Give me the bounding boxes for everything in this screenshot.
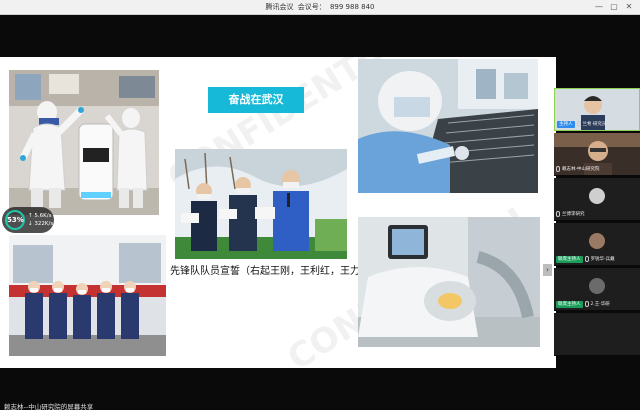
avatar — [589, 188, 605, 204]
participant-name: 赖志林·中山研究院 — [562, 167, 600, 172]
participant-name: 2.王·华研 — [590, 302, 610, 307]
participant-name: 罗锐华-兵戴 — [590, 257, 615, 262]
mic-icon[interactable] — [584, 301, 589, 307]
photo-team-group — [9, 235, 166, 356]
mic-icon[interactable] — [556, 211, 560, 217]
meeting-window: 腾讯会议 会议号： 899 988 840 — ▢ ✕ CONFIDENTIAL… — [0, 0, 640, 410]
app-name: 腾讯会议 — [265, 3, 294, 11]
photo-lab-equipment — [358, 217, 540, 347]
status-bar: 赖志林--中山研究院的屏幕共享 — [0, 400, 640, 410]
minimize-icon[interactable]: — — [594, 2, 604, 12]
host-tag: 主持人 — [557, 120, 575, 128]
slide-title-badge: 奋战在武汉 — [208, 87, 304, 113]
title-bar: 腾讯会议 会议号： 899 988 840 — ▢ ✕ — [0, 0, 640, 15]
photo-robot-and-staff — [9, 70, 159, 215]
upload-rate: ↑ 5.6K/s — [28, 213, 52, 219]
network-quality-percent: 53% — [5, 210, 25, 230]
slide-scroll-arrow-icon[interactable]: › — [543, 264, 552, 276]
photo-lab-worker — [358, 59, 538, 193]
window-title: 腾讯会议 会议号： 899 988 840 — [0, 2, 640, 12]
avatar — [589, 278, 605, 294]
photo-oath-ceremony — [175, 149, 347, 259]
mic-icon[interactable] — [584, 256, 589, 262]
meeting-id[interactable]: 899 988 840 — [330, 3, 375, 11]
participant-tile[interactable] — [554, 313, 640, 356]
cohost-tag: 联席主持人 — [556, 255, 583, 263]
participant-tile[interactable]: 联席主持人 罗锐华-兵戴 — [554, 223, 640, 266]
maximize-icon[interactable]: ▢ — [609, 2, 619, 12]
network-status-badge[interactable]: 53% ↑ 5.6K/s ↓ 322K/s — [2, 207, 54, 233]
meeting-id-label: 会议号： — [297, 3, 326, 11]
participant-tile[interactable]: 主持人 兰希·研究员 — [554, 88, 640, 131]
mic-icon[interactable] — [576, 121, 581, 127]
participant-list: 主持人 兰希·研究员 赖志林·中山研究院 兰博李研究 联席主持人 罗锐华-兵戴 … — [554, 88, 640, 358]
participant-tile[interactable]: 联席主持人 2.王·华研 — [554, 268, 640, 311]
participant-tile[interactable]: 兰博李研究 — [554, 178, 640, 221]
screen-share-label: 赖志林--中山研究院的屏幕共享 — [4, 403, 94, 410]
download-rate: ↓ 322K/s — [28, 221, 54, 227]
shared-screen-slide: CONFIDENTIAL CONFIDENTIAL — [0, 57, 556, 368]
close-icon[interactable]: ✕ — [624, 2, 634, 12]
avatar — [589, 233, 605, 249]
slide-caption: 先锋队队员宣誓（右起王刚，王利红，王力） — [170, 266, 370, 277]
participant-tile[interactable]: 赖志林·中山研究院 — [554, 133, 640, 176]
participant-name: 兰博李研究 — [562, 212, 585, 217]
cohost-tag: 联席主持人 — [556, 300, 583, 308]
mic-icon[interactable] — [556, 166, 560, 172]
participant-name: 兰希·研究员 — [582, 122, 607, 127]
